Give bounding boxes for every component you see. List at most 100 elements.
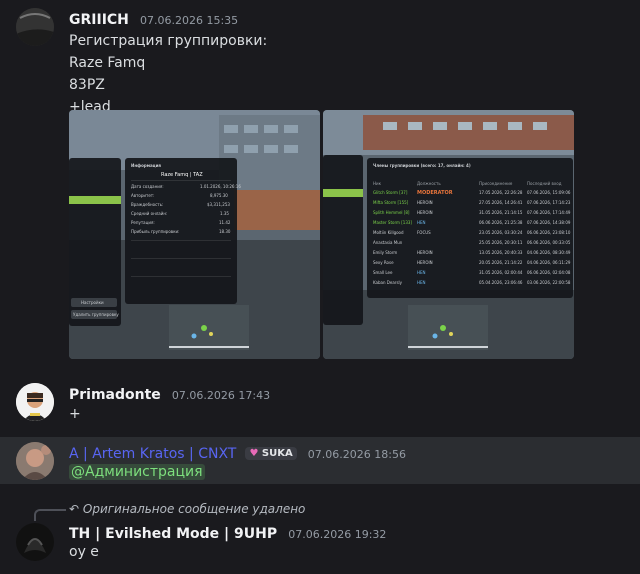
timestamp: 07.06.2026 17:43 <box>171 389 271 402</box>
attachment-image-right[interactable]: Члены группировки (всего: 17, онлайн: 4)… <box>323 110 574 359</box>
side-menu-panel: Настройки Удалить группировку <box>69 158 121 326</box>
info-panel-title: Raze Famq | TAZ <box>161 172 203 178</box>
info-label: Прибыль группировки: <box>131 229 180 234</box>
table-row[interactable]: Splith Hemmel [8] HEROIN 31.05.2026, 21:… <box>367 208 573 218</box>
table-row[interactable]: Anastasia Mun 25.05.2026, 20:30:11 06.06… <box>367 238 573 248</box>
author-name[interactable]: GRIIICH <box>69 12 129 28</box>
member-name: Sexy Rose <box>373 260 394 265</box>
info-value: $3,311,253 <box>207 202 230 207</box>
member-name: Glitch Storm [37] <box>373 190 408 195</box>
member-last-seen: 07.06.2026, 14:38:09 <box>527 220 571 225</box>
member-rank: HEN <box>417 280 426 285</box>
author-name[interactable]: TH | Evilshed Mode | 9UHP <box>69 526 277 542</box>
guild-tag[interactable]: ♥ SUKA <box>245 447 297 460</box>
info-value: 8,975.30 <box>210 193 228 198</box>
attachment-image-left[interactable]: Настройки Удалить группировку Информация… <box>69 110 320 359</box>
divider <box>131 276 231 277</box>
avatar[interactable] <box>16 8 54 46</box>
divider <box>131 258 231 259</box>
table-row[interactable]: Emily Storm HEROIN 13.05.2026, 20:40:33 … <box>367 248 573 258</box>
table-row[interactable]: Glitch Storm [37] MODERATOR 17.05.2026, … <box>367 188 573 198</box>
info-panel-heading: Информация <box>131 163 161 168</box>
member-last-seen: 07.06.2026, 15:09:06 <box>527 190 571 195</box>
member-rank: FOCUS <box>417 230 431 235</box>
member-rank: HEN <box>417 220 426 225</box>
member-name: Small Lee <box>373 270 393 275</box>
column-header: Должность <box>417 181 441 186</box>
role-mention[interactable]: @Администрация <box>69 464 205 480</box>
avatar[interactable] <box>16 523 54 561</box>
timestamp: 07.06.2026 19:32 <box>288 528 387 541</box>
message-header: TH | Evilshed Mode | 9UHP 07.06.2026 19:… <box>69 523 386 542</box>
info-value: 1.35 <box>220 211 229 216</box>
member-last-seen: 06.06.2026, 00:33:05 <box>527 240 571 245</box>
member-joined: 20.05.2026, 21:14:22 <box>479 260 523 265</box>
delete-group-button[interactable]: Удалить группировку <box>71 310 119 319</box>
message-line: Raze Famq <box>69 55 146 71</box>
member-rank: HEROIN <box>417 200 433 205</box>
divider <box>131 180 231 181</box>
avatar[interactable] <box>16 383 54 421</box>
author-name[interactable]: Primadonte <box>69 387 161 403</box>
member-last-seen: 06.06.2026, 02:04:08 <box>527 270 571 275</box>
members-panel: Члены группировки (всего: 17, онлайн: 4)… <box>367 158 573 298</box>
member-rank: HEROIN <box>417 260 433 265</box>
info-panel: Информация Raze Famq | TAZ Дата создания… <box>125 158 241 304</box>
member-last-seen: 03.06.2026, 22:00:58 <box>527 280 571 285</box>
table-row[interactable]: Sexy Rose HEROIN 20.05.2026, 21:14:22 04… <box>367 258 573 268</box>
avatar[interactable] <box>16 442 54 480</box>
reply-preview[interactable]: ↶ Оригинальное сообщение удалено <box>69 502 305 516</box>
info-label: Репутация: <box>131 220 155 225</box>
reply-text: Оригинальное сообщение удалено <box>82 502 306 516</box>
member-joined: 13.05.2026, 20:40:33 <box>479 250 523 255</box>
author-name[interactable]: A | Artem Kratos | CNXT <box>69 446 236 462</box>
info-label: Дата создания: <box>131 184 164 189</box>
member-rank: MODERATOR <box>417 190 453 196</box>
info-value: 11.42 <box>219 220 231 225</box>
member-last-seen: 06.06.2026, 23:08:10 <box>527 230 571 235</box>
member-joined: 17.05.2026, 22:26:28 <box>479 190 523 195</box>
message-text: + <box>69 406 81 422</box>
info-value: 18.30 <box>219 229 231 234</box>
message-text: оу е <box>69 544 99 560</box>
member-name: Emily Storm <box>373 250 398 255</box>
timestamp: 07.06.2026 15:35 <box>139 14 239 27</box>
member-rank: HEROIN <box>417 210 433 215</box>
member-joined: 27.05.2026, 14:26:41 <box>479 200 523 205</box>
table-row[interactable]: Master Storm [133] HEN 06.06.2026, 21:25… <box>367 218 573 228</box>
menu-active-item[interactable] <box>69 196 121 204</box>
table-row[interactable]: Mifta Storm [155] HEROIN 27.05.2026, 14:… <box>367 198 573 208</box>
member-joined: 25.05.2026, 20:30:11 <box>479 240 523 245</box>
message-header: GRIIICH 07.06.2026 15:35 <box>69 9 238 28</box>
member-last-seen: 07.06.2026, 17:14:23 <box>527 200 571 205</box>
member-name: Splith Hemmel [8] <box>373 210 410 215</box>
side-menu-panel <box>323 155 363 325</box>
member-joined: 31.05.2026, 02:00:44 <box>479 270 523 275</box>
settings-button-label: Настройки <box>81 300 104 305</box>
menu-active-item[interactable] <box>323 189 363 197</box>
member-last-seen: 04.06.2026, 06:11:29 <box>527 260 571 265</box>
message-artem-kratos: A | Artem Kratos | CNXT ♥ SUKA 07.06.202… <box>0 437 640 484</box>
settings-button[interactable]: Настройки <box>71 298 117 307</box>
member-name: Mifta Storm [155] <box>373 200 409 205</box>
table-row[interactable]: Small Lee HEN 31.05.2026, 02:00:44 06.06… <box>367 268 573 278</box>
column-header: Ник <box>373 181 382 186</box>
member-last-seen: 04.06.2026, 08:30:49 <box>527 250 571 255</box>
member-joined: 05.04.2026, 23:06:46 <box>479 280 523 285</box>
member-name: Master Storm [133] <box>373 220 412 225</box>
member-last-seen: 07.06.2026, 17:14:49 <box>527 210 571 215</box>
member-rank: HEN <box>417 270 426 275</box>
members-panel-title: Члены группировки (всего: 17, онлайн: 4) <box>373 163 471 168</box>
table-row[interactable]: Kaban Dearsly HEN 05.04.2026, 23:06:46 0… <box>367 278 573 288</box>
member-name: Kaban Dearsly <box>373 280 402 285</box>
avatar-image <box>16 442 54 480</box>
timestamp: 07.06.2026 18:56 <box>307 448 406 461</box>
avatar-image <box>16 523 54 561</box>
member-joined: 06.06.2026, 21:25:38 <box>479 220 523 225</box>
column-header: Последний вход <box>527 181 562 186</box>
table-row[interactable]: Moltiin Killgood FOCUS 23.05.2026, 03:30… <box>367 228 573 238</box>
message-griiich: GRIIICH 07.06.2026 15:35 Регистрация гру… <box>0 0 640 365</box>
member-name: Moltiin Killgood <box>373 230 404 235</box>
info-label: Авторитет: <box>131 193 155 198</box>
message-header: Primadonte 07.06.2026 17:43 <box>69 384 270 403</box>
